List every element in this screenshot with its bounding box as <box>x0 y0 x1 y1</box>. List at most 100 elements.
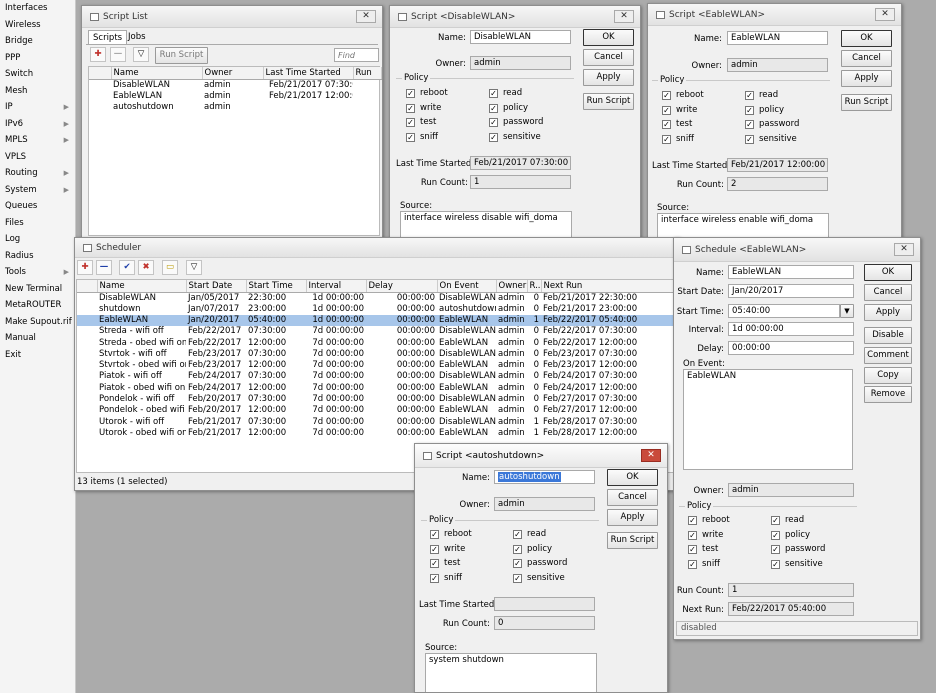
policy-sniff-checkbox[interactable]: ✓ sniff <box>688 559 720 569</box>
policy-write-checkbox[interactable]: ✓ write <box>688 530 723 540</box>
col-owner[interactable]: Owner <box>202 67 264 80</box>
table-row[interactable]: Utorok - obed wifi on Feb/21/2017 12:00:00… <box>77 428 677 439</box>
menu-item[interactable]: Routing ▶ <box>0 165 75 182</box>
table-row[interactable]: Stvrtok - wifi off Feb/23/2017 07:30:00 7d … <box>77 349 677 360</box>
menu-item[interactable]: Wireless <box>0 17 75 34</box>
table-row[interactable]: shutdown Jan/07/2017 23:00:00 1d 00:00:00 00… <box>77 304 677 315</box>
add-icon[interactable]: ✚ <box>77 260 93 275</box>
policy-write-checkbox[interactable]: ✓ write <box>662 105 697 115</box>
close-icon[interactable]: ✕ <box>875 8 895 21</box>
cancel-button[interactable]: Cancel <box>583 49 634 66</box>
close-icon[interactable]: ✕ <box>894 243 914 256</box>
cancel-button[interactable]: Cancel <box>607 489 658 506</box>
policy-password-checkbox[interactable]: ✓ password <box>489 117 543 127</box>
policy-sniff-checkbox[interactable]: ✓ sniff <box>406 132 438 142</box>
script-list-titlebar[interactable]: Script List ✕ <box>82 6 382 28</box>
name-field[interactable]: EableWLAN <box>727 31 828 45</box>
col-name[interactable]: Name <box>111 67 203 80</box>
menu-item[interactable]: IP ▶ <box>0 99 75 116</box>
col-header[interactable]: Delay <box>366 280 438 293</box>
run-script-button[interactable]: Run Script <box>607 532 658 549</box>
apply-button[interactable]: Apply <box>864 304 912 321</box>
run-count-field[interactable]: 0 <box>494 616 595 630</box>
start-date-field[interactable]: Jan/20/2017 <box>728 284 854 298</box>
ok-button[interactable]: OK <box>583 29 634 46</box>
menu-item[interactable]: MetaROUTER <box>0 297 75 314</box>
policy-policy-checkbox[interactable]: ✓ policy <box>771 530 810 540</box>
owner-field[interactable]: admin <box>494 497 595 511</box>
tab-jobs[interactable]: Jobs <box>125 30 149 44</box>
run-script-button[interactable]: Run Script <box>583 93 634 110</box>
policy-test-checkbox[interactable]: ✓ test <box>662 119 692 129</box>
policy-sniff-checkbox[interactable]: ✓ sniff <box>662 134 694 144</box>
script-auto-titlebar[interactable]: Script <autoshutdown> ✕ <box>415 444 667 468</box>
policy-password-checkbox[interactable]: ✓ password <box>771 544 825 554</box>
table-row[interactable]: Piatok - wifi off Feb/24/2017 07:30:00 7d 0… <box>77 371 677 382</box>
owner-field[interactable]: admin <box>728 483 854 497</box>
policy-write-checkbox[interactable]: ✓ write <box>430 544 465 554</box>
close-icon[interactable]: ✕ <box>641 449 661 462</box>
policy-test-checkbox[interactable]: ✓ test <box>430 558 460 568</box>
last-started-field[interactable]: Feb/21/2017 07:30:00 <box>470 156 571 170</box>
menu-item[interactable]: System ▶ <box>0 182 75 199</box>
col-header[interactable]: On Event <box>437 280 497 293</box>
run-script-button[interactable]: Run Script <box>155 47 208 64</box>
policy-read-checkbox[interactable]: ✓ read <box>489 88 522 98</box>
run-count-field[interactable]: 1 <box>728 583 854 597</box>
policy-password-checkbox[interactable]: ✓ password <box>513 558 567 568</box>
run-count-field[interactable]: 2 <box>727 177 828 191</box>
name-field[interactable]: EableWLAN <box>728 265 854 279</box>
disable-icon[interactable]: ✖ <box>138 260 154 275</box>
interval-field[interactable]: 1d 00:00:00 <box>728 322 854 336</box>
menu-item[interactable]: Manual <box>0 330 75 347</box>
source-editor[interactable]: system shutdown <box>425 653 597 692</box>
copy-button[interactable]: Copy <box>864 367 912 384</box>
menu-item[interactable]: Radius <box>0 248 75 265</box>
col-header[interactable]: Interval <box>306 280 367 293</box>
script-enable-titlebar[interactable]: Script <EableWLAN> ✕ <box>648 4 901 26</box>
cancel-button[interactable]: Cancel <box>864 284 912 301</box>
table-row[interactable]: Streda - wifi off Feb/22/2017 07:30:00 7d 0… <box>77 326 677 337</box>
menu-item[interactable]: Log <box>0 231 75 248</box>
table-row[interactable]: Stvrtok - obed wifi on Feb/23/2017 12:00:0… <box>77 360 677 371</box>
apply-button[interactable]: Apply <box>607 509 658 526</box>
run-count-field[interactable]: 1 <box>470 175 571 189</box>
start-time-dropdown-icon[interactable]: ▼ <box>840 304 854 318</box>
col-header[interactable]: Next Run <box>541 280 678 293</box>
remove-button[interactable]: Remove <box>864 386 912 403</box>
table-row[interactable]: EableWLAN Jan/20/2017 05:40:00 1d 00:00:00 0… <box>77 314 677 327</box>
table-row[interactable]: DisableWLAN Jan/05/2017 22:30:00 1d 00:00:0… <box>77 292 677 304</box>
filter-icon[interactable]: ▽ <box>133 47 149 62</box>
menu-item[interactable]: Files <box>0 215 75 232</box>
start-time-field[interactable]: 05:40:00 <box>728 304 840 318</box>
menu-item[interactable]: PPP <box>0 50 75 67</box>
table-row[interactable]: Piatok - obed wifi on Feb/24/2017 12:00:00… <box>77 383 677 394</box>
col-header[interactable]: Start Time <box>246 280 307 293</box>
apply-button[interactable]: Apply <box>841 70 892 87</box>
menu-item[interactable]: Mesh <box>0 83 75 100</box>
ok-button[interactable]: OK <box>841 30 892 47</box>
close-icon[interactable]: ✕ <box>614 10 634 23</box>
table-row[interactable]: Utorok - wifi off Feb/21/2017 07:30:00 7d 0… <box>77 416 677 427</box>
col-last-started[interactable]: Last Time Started <box>263 67 354 80</box>
table-row[interactable]: EableWLAN admin Feb/21/2017 12:00:00 <box>89 91 381 102</box>
enable-icon[interactable]: ✔ <box>119 260 135 275</box>
policy-read-checkbox[interactable]: ✓ read <box>771 515 804 525</box>
last-started-field[interactable]: Feb/21/2017 12:00:00 <box>727 158 828 172</box>
ok-button[interactable]: OK <box>864 264 912 281</box>
table-row[interactable]: autoshutdown admin <box>89 102 381 113</box>
source-editor[interactable]: interface wireless disable wifi_doma <box>400 211 572 238</box>
policy-sniff-checkbox[interactable]: ✓ sniff <box>430 573 462 583</box>
run-script-button[interactable]: Run Script <box>841 94 892 111</box>
menu-item[interactable]: VPLS <box>0 149 75 166</box>
table-row[interactable]: Streda - obed wifi on Feb/22/2017 12:00:00… <box>77 337 677 348</box>
menu-item[interactable]: Bridge <box>0 33 75 50</box>
menu-item[interactable]: Exit <box>0 347 75 364</box>
policy-policy-checkbox[interactable]: ✓ policy <box>513 544 552 554</box>
policy-read-checkbox[interactable]: ✓ read <box>745 90 778 100</box>
add-icon[interactable]: ✚ <box>90 47 106 62</box>
owner-field[interactable]: admin <box>727 58 828 72</box>
scheduler-titlebar[interactable]: Scheduler <box>75 238 679 258</box>
menu-item[interactable]: IPv6 ▶ <box>0 116 75 133</box>
menu-item[interactable]: Switch <box>0 66 75 83</box>
